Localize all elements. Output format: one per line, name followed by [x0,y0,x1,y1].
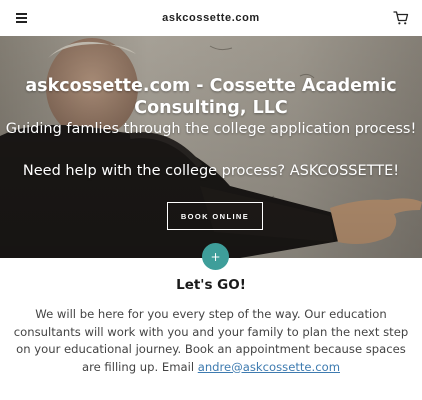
top-navigation-bar: askcossette.com [0,0,422,36]
book-online-button[interactable]: BOOK ONLINE [167,202,263,230]
email-link[interactable]: andre@askcossette.com [198,360,340,374]
plus-icon[interactable]: + [202,243,229,270]
hero-banner: askcossette.com - Cossette Academic Cons… [0,36,422,258]
hero-title: askcossette.com - Cossette Academic Cons… [25,75,397,118]
section-body-text: We will be here for you every step of th… [10,306,412,376]
hero-subtagline: Need help with the college process? ASKC… [22,163,400,179]
site-title[interactable]: askcossette.com [162,12,260,24]
shopping-cart-icon[interactable] [392,9,410,27]
hero-tagline: Guiding famlies through the college appl… [5,121,417,137]
hamburger-menu-icon[interactable] [14,11,30,25]
section-heading: Let's GO! [176,277,246,293]
